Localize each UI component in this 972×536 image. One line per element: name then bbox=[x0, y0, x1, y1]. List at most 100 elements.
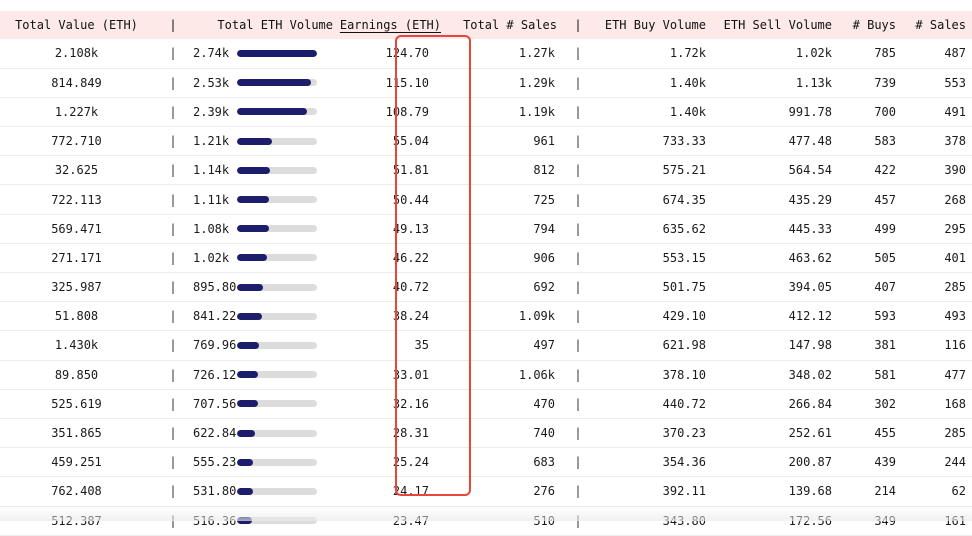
cell-total-sales: 497 bbox=[533, 338, 555, 353]
table-row[interactable]: 722.113 | 1.11k 50.44 725 | 674.35 435.2… bbox=[0, 185, 972, 215]
table-row[interactable]: 772.710 | 1.21k 55.04 961 | 733.33 477.4… bbox=[0, 127, 972, 156]
table-row[interactable]: 51.808 | 841.22 38.24 1.09k | 429.10 412… bbox=[0, 302, 972, 331]
cell-separator-1: | bbox=[169, 484, 177, 499]
cell-total-sales: 961 bbox=[533, 134, 555, 149]
volume-bar-track bbox=[237, 458, 317, 466]
header-total-sales[interactable]: Total # Sales bbox=[453, 11, 563, 39]
cell-buy-volume: 575.21 bbox=[662, 163, 706, 178]
volume-wrap: 707.56 bbox=[193, 397, 333, 411]
cell-total-value: 325.987 bbox=[51, 280, 102, 295]
table-row[interactable]: 2.108k | 2.74k 124.70 1.27k | 1.72k 1.02… bbox=[0, 39, 972, 69]
cell-sales: 295 bbox=[944, 221, 966, 236]
table-row[interactable]: 271.171 | 1.02k 46.22 906 | 553.15 463.6… bbox=[0, 243, 972, 273]
volume-value: 2.74k bbox=[193, 46, 230, 61]
cell-buy-volume: 674.35 bbox=[662, 192, 706, 207]
cell-buys: 499 bbox=[874, 221, 896, 236]
volume-bar-fill bbox=[237, 166, 271, 174]
cell-sales: 477 bbox=[944, 367, 966, 382]
cell-sell-volume: 147.98 bbox=[788, 338, 832, 353]
volume-value: 1.21k bbox=[193, 134, 230, 149]
cell-total-sales: 1.09k bbox=[518, 309, 555, 324]
header-separator-2: | bbox=[574, 18, 582, 32]
cell-total-volume: 2.53k bbox=[193, 68, 333, 97]
header-total-volume[interactable]: Total ETH Volume bbox=[193, 11, 333, 39]
cell-buys: 739 bbox=[874, 75, 896, 90]
cell-total-volume: 2.39k bbox=[193, 97, 333, 126]
header-total-value[interactable]: Total Value (ETH) bbox=[0, 11, 153, 39]
table-row[interactable]: 1.430k | 769.96 35 497 | 621.98 147.98 3… bbox=[0, 331, 972, 361]
cell-separator-1: | bbox=[169, 338, 177, 353]
cell-buy-volume: 553.15 bbox=[662, 250, 706, 265]
volume-wrap: 1.11k bbox=[193, 193, 333, 207]
cell-total-value: 89.850 bbox=[54, 367, 99, 382]
cell-buy-volume: 392.11 bbox=[662, 484, 706, 499]
cell-total-value: 1.227k bbox=[54, 104, 99, 119]
cell-earnings: 28.31 bbox=[392, 426, 429, 441]
volume-wrap: 895.80 bbox=[193, 280, 333, 294]
volume-value: 622.84 bbox=[193, 426, 237, 441]
cell-buys: 214 bbox=[874, 484, 896, 499]
cell-total-value: 32.625 bbox=[54, 163, 99, 178]
cell-separator-2: | bbox=[574, 367, 582, 382]
cell-separator-1: | bbox=[169, 221, 177, 236]
cell-total-value: 1.430k bbox=[54, 338, 99, 353]
cell-earnings: 38.24 bbox=[392, 309, 429, 324]
cell-sales: 493 bbox=[944, 309, 966, 324]
cell-buy-volume: 1.72k bbox=[669, 46, 706, 61]
cell-total-volume: 1.11k bbox=[193, 185, 333, 214]
cell-buys: 583 bbox=[874, 134, 896, 149]
header-earnings[interactable]: Earnings (ETH) bbox=[333, 11, 453, 39]
table-row[interactable]: 814.849 | 2.53k 115.10 1.29k | 1.40k 1.1… bbox=[0, 68, 972, 98]
volume-bar-fill bbox=[237, 225, 269, 233]
volume-value: 555.23 bbox=[193, 455, 237, 470]
cell-buy-volume: 733.33 bbox=[662, 134, 706, 149]
cell-separator-1: | bbox=[169, 455, 177, 470]
cell-sales: 168 bbox=[944, 396, 966, 411]
cell-sales: 62 bbox=[951, 484, 966, 499]
volume-bar-fill bbox=[237, 108, 307, 116]
header-buy-volume[interactable]: ETH Buy Volume bbox=[593, 11, 706, 39]
volume-value: 531.80 bbox=[193, 484, 237, 499]
table-row[interactable]: 762.408 | 531.80 24.17 276 | 392.11 139.… bbox=[0, 477, 972, 506]
table-row[interactable]: 1.227k | 2.39k 108.79 1.19k | 1.40k 991.… bbox=[0, 97, 972, 127]
volume-bar-fill bbox=[237, 371, 259, 379]
cell-sell-volume: 435.29 bbox=[788, 192, 832, 207]
cell-total-sales: 683 bbox=[533, 455, 555, 470]
cell-sales: 378 bbox=[944, 134, 966, 149]
volume-value: 707.56 bbox=[193, 396, 237, 411]
cell-separator-2: | bbox=[574, 46, 582, 61]
cell-buy-volume: 378.10 bbox=[662, 367, 706, 382]
cell-sell-volume: 564.54 bbox=[788, 163, 832, 178]
cell-sales: 268 bbox=[944, 192, 966, 207]
cell-sell-volume: 477.48 bbox=[788, 134, 832, 149]
cell-sell-volume: 445.33 bbox=[788, 221, 832, 236]
table-row[interactable]: 525.619 | 707.56 32.16 470 | 440.72 266.… bbox=[0, 389, 972, 419]
header-sales[interactable]: # Sales bbox=[896, 11, 972, 39]
volume-wrap: 531.80 bbox=[193, 484, 333, 498]
cell-total-sales: 812 bbox=[533, 163, 555, 178]
header-sell-volume[interactable]: ETH Sell Volume bbox=[706, 11, 832, 39]
volume-bar-track bbox=[237, 487, 317, 495]
cell-total-volume: 1.14k bbox=[193, 156, 333, 185]
table-row[interactable]: 325.987 | 895.80 40.72 692 | 501.75 394.… bbox=[0, 273, 972, 302]
top-gap bbox=[0, 0, 972, 11]
table-row[interactable]: 569.471 | 1.08k 49.13 794 | 635.62 445.3… bbox=[0, 214, 972, 244]
volume-bar-fill bbox=[237, 137, 273, 145]
cell-total-sales: 276 bbox=[533, 484, 555, 499]
volume-value: 895.80 bbox=[193, 280, 237, 295]
cell-sell-volume: 348.02 bbox=[788, 367, 832, 382]
table-row[interactable]: 89.850 | 726.12 33.01 1.06k | 378.10 348… bbox=[0, 360, 972, 390]
cell-buy-volume: 354.36 bbox=[662, 455, 706, 470]
cell-earnings: 124.70 bbox=[385, 46, 429, 61]
table-row[interactable]: 32.625 | 1.14k 51.81 812 | 575.21 564.54… bbox=[0, 156, 972, 185]
cell-sales: 285 bbox=[944, 280, 966, 295]
volume-wrap: 1.08k bbox=[193, 222, 333, 236]
volume-wrap: 769.96 bbox=[193, 338, 333, 352]
header-buys[interactable]: # Buys bbox=[832, 11, 896, 39]
cell-separator-1: | bbox=[169, 46, 177, 61]
cell-separator-1: | bbox=[169, 75, 177, 90]
table-row[interactable]: 351.865 | 622.84 28.31 740 | 370.23 252.… bbox=[0, 418, 972, 448]
table-row[interactable]: 459.251 | 555.23 25.24 683 | 354.36 200.… bbox=[0, 448, 972, 477]
cell-total-value: 271.171 bbox=[51, 250, 102, 265]
cell-total-value: 762.408 bbox=[51, 484, 102, 499]
